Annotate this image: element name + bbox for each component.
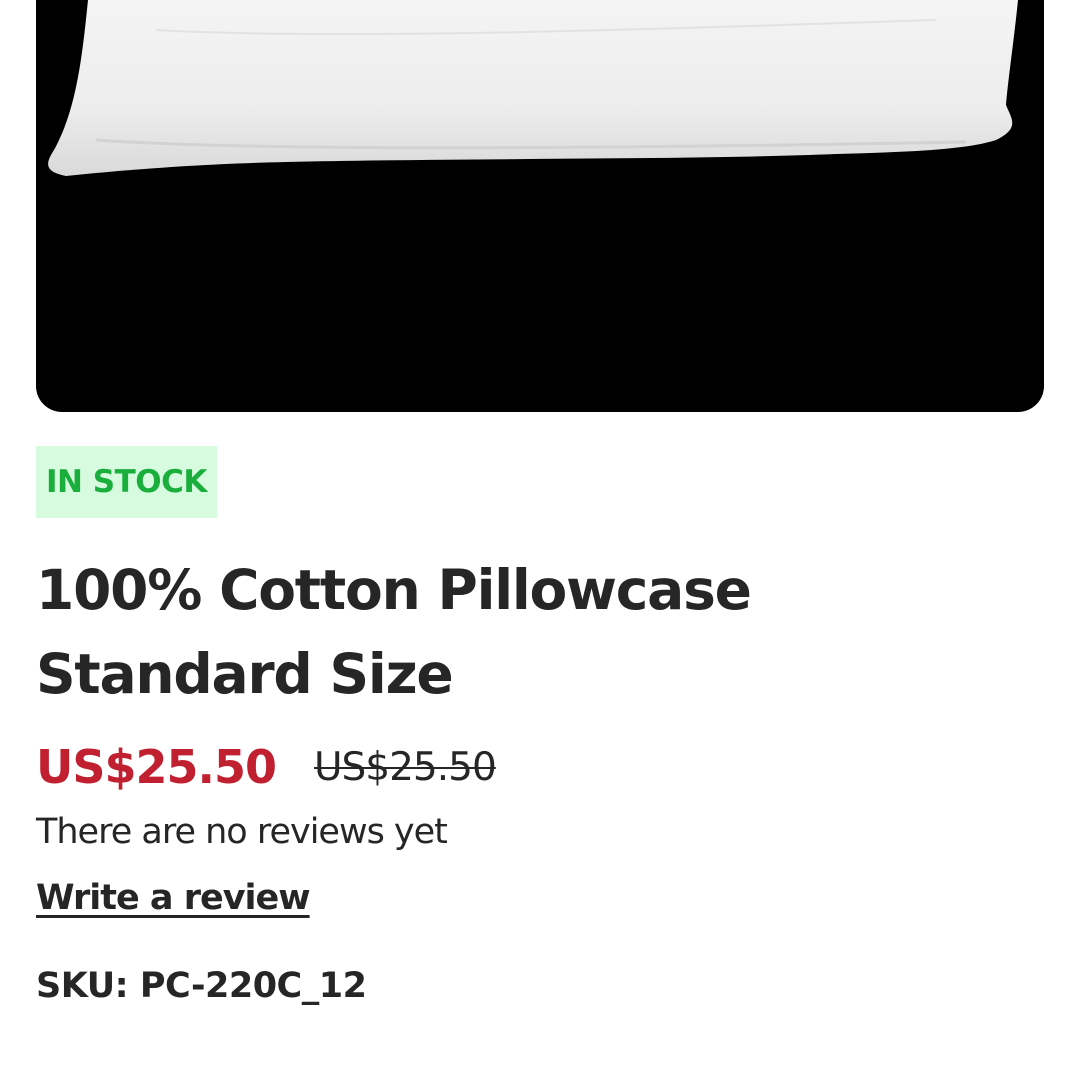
product-image[interactable] [36,0,1044,412]
product-title: 100% Cotton Pillowcase Standard Size [36,558,752,706]
sale-price: US$25.50 [36,740,277,794]
sku-line: SKU: PC-220C_12 [36,966,367,1006]
pillowcase-photo [48,0,1018,176]
stock-status-badge: IN STOCK [36,446,217,518]
stock-status-label: IN STOCK [46,464,207,500]
sku-label: SKU: [36,966,129,1006]
write-review-link[interactable]: Write a review [36,878,311,918]
price-row: US$25.50 US$25.50 [36,736,497,798]
sku-value: PC-220C_12 [139,966,367,1006]
reviews-status-text: There are no reviews yet [36,812,448,852]
original-price: US$25.50 [314,744,497,790]
